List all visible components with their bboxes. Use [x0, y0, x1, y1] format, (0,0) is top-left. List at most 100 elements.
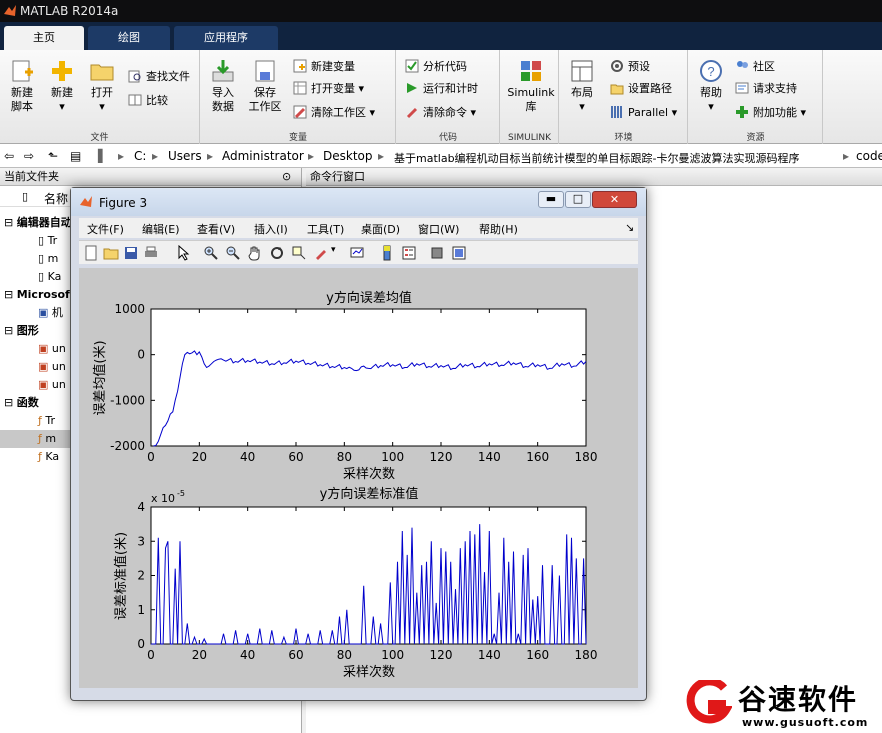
tab-apps[interactable]: 应用程序: [174, 26, 278, 50]
list-item[interactable]: ▣ un: [38, 376, 66, 394]
axes-std[interactable]: y方向误差标准值 采样次数 误差标准值(米) x 10 -5 0 20 40 60 80…: [113, 486, 597, 680]
chevron-down-icon: ▾: [358, 82, 365, 95]
browse-folder-icon[interactable]: ▤: [70, 149, 81, 163]
new-variable-button[interactable]: 新建变量: [293, 58, 355, 76]
group-label-code: 代码: [438, 133, 457, 143]
request-support-button[interactable]: 请求支持: [735, 80, 797, 98]
maximize-button[interactable]: □: [565, 191, 591, 208]
colorbar-icon[interactable]: [379, 245, 395, 261]
link-plot-icon[interactable]: [349, 245, 365, 261]
open-variable-button[interactable]: 打开变量 ▾: [293, 80, 364, 98]
dock-arrow-icon[interactable]: ↘: [625, 221, 634, 234]
print-icon[interactable]: [143, 245, 159, 261]
group-simulink: Simulink 库 SIMULINK: [501, 50, 559, 144]
menu-insert[interactable]: 插入(I): [254, 221, 288, 237]
zoom-in-icon[interactable]: [203, 245, 219, 261]
open-file-icon[interactable]: [103, 245, 119, 261]
section-figures[interactable]: ⊟ 图形: [0, 322, 39, 340]
set-path-button[interactable]: 设置路径: [610, 80, 672, 98]
file-icon: ▯: [22, 190, 29, 203]
add-ons-icon: [736, 106, 748, 118]
clear-commands-button[interactable]: 清除命令 ▾: [405, 104, 476, 122]
list-item[interactable]: ƒ Ka: [38, 448, 59, 466]
breadcrumb-project[interactable]: 基于matlab编程机动目标当前统计模型的单目标跟踪-卡尔曼滤波算法实现源码程序: [394, 150, 800, 166]
new-figure-icon[interactable]: [83, 245, 99, 261]
new-script-button[interactable]: 新建 脚本: [0, 58, 44, 114]
breadcrumb-code[interactable]: code: [856, 149, 882, 163]
breadcrumb-users[interactable]: Users: [168, 149, 202, 163]
zoom-out-icon[interactable]: [225, 245, 241, 261]
svg-text:?: ?: [707, 64, 714, 79]
find-files-button[interactable]: 查找文件: [128, 68, 190, 86]
back-icon[interactable]: ⇦: [4, 149, 14, 163]
help-label: 帮助: [700, 86, 722, 99]
brush-icon[interactable]: [313, 245, 329, 261]
up-folder-icon[interactable]: ⬑: [48, 149, 58, 163]
new-button[interactable]: 新建 ▾: [40, 58, 84, 114]
breadcrumb-administrator[interactable]: Administrator: [222, 149, 304, 163]
figure-window[interactable]: Figure 3 ▬ □ ✕ 文件(F) 编辑(E) 查看(V) 插入(I) 工…: [70, 187, 647, 701]
x-tick-label: 60: [288, 450, 303, 464]
menu-window[interactable]: 窗口(W): [418, 221, 459, 237]
compare-button[interactable]: 比较: [128, 92, 168, 110]
layout-button[interactable]: 布局 ▾: [560, 58, 604, 114]
hide-plot-tools-icon[interactable]: [429, 245, 445, 261]
list-item[interactable]: ▯ Ka: [38, 268, 61, 286]
menu-help[interactable]: 帮助(H): [479, 221, 518, 237]
y-tick-label: 1000: [114, 302, 145, 316]
community-icon: [737, 61, 748, 68]
chevron-down-icon: ▾: [708, 100, 714, 113]
section-microsoft[interactable]: ⊟ Microsoft: [0, 286, 75, 304]
preferences-button[interactable]: 预设: [610, 58, 650, 76]
section-editor-autosave[interactable]: ⊟ 编辑器自动: [0, 214, 72, 232]
help-button[interactable]: ? 帮助 ▾: [689, 58, 733, 114]
analyze-code-button[interactable]: 分析代码: [405, 58, 467, 76]
list-item[interactable]: ▯ m: [38, 250, 58, 268]
y-tick-label: 2: [137, 569, 145, 583]
menu-desktop[interactable]: 桌面(D): [361, 221, 400, 237]
rotate-3d-icon[interactable]: [269, 245, 285, 261]
x-tick-label: 0: [147, 648, 155, 662]
save-workspace-button[interactable]: 保存 工作区: [243, 58, 287, 114]
show-plot-tools-icon[interactable]: [451, 245, 467, 261]
forward-icon[interactable]: ⇨: [24, 149, 34, 163]
panel-menu-icon[interactable]: ⊙: [282, 168, 291, 186]
parallel-button[interactable]: Parallel ▾: [610, 104, 677, 122]
open-button[interactable]: 打开 ▾: [80, 58, 124, 114]
breadcrumb-desktop[interactable]: Desktop: [323, 149, 373, 163]
matlab-logo-icon: [4, 5, 16, 16]
chevron-down-icon[interactable]: ▾: [331, 245, 336, 255]
x-tick-label: 160: [526, 450, 549, 464]
axes-std-exponent: -5: [177, 489, 185, 498]
list-item[interactable]: ▣ un: [38, 358, 66, 376]
list-item[interactable]: ▣ 机: [38, 304, 63, 322]
axes-mean[interactable]: y方向误差均值 采样次数 误差均值(米) 0 20 40 60 80 100 120 140 1…: [92, 290, 597, 482]
breadcrumb-c[interactable]: C:: [134, 149, 146, 163]
add-ons-button[interactable]: 附加功能 ▾: [735, 104, 806, 122]
community-button[interactable]: 社区: [735, 58, 775, 76]
pan-hand-icon[interactable]: [247, 245, 263, 261]
clear-workspace-button[interactable]: 清除工作区 ▾: [293, 104, 375, 122]
menu-edit[interactable]: 编辑(E): [142, 221, 180, 237]
legend-icon[interactable]: [401, 245, 417, 261]
menu-view[interactable]: 查看(V): [197, 221, 235, 237]
list-item[interactable]: ƒ Tr: [38, 412, 55, 430]
section-functions[interactable]: ⊟ 函数: [0, 394, 39, 412]
community-label: 社区: [753, 60, 775, 73]
close-button[interactable]: ✕: [592, 191, 637, 208]
menu-file[interactable]: 文件(F): [87, 221, 124, 237]
compare-icon: [128, 94, 142, 106]
simulink-library-button[interactable]: Simulink 库: [506, 58, 556, 114]
data-cursor-icon[interactable]: [291, 245, 307, 261]
tab-home[interactable]: 主页: [4, 26, 84, 50]
pointer-icon[interactable]: [175, 245, 191, 261]
import-data-button[interactable]: 导入 数据: [201, 58, 245, 114]
list-item[interactable]: ▣ un: [38, 340, 66, 358]
figure-title-bar[interactable]: Figure 3 ▬ □ ✕: [71, 188, 646, 216]
menu-tools[interactable]: 工具(T): [307, 221, 344, 237]
save-icon[interactable]: [123, 245, 139, 261]
tab-plots[interactable]: 绘图: [88, 26, 170, 50]
minimize-button[interactable]: ▬: [538, 191, 564, 208]
list-item[interactable]: ▯ Tr: [38, 232, 57, 250]
run-and-time-button[interactable]: 运行和计时: [405, 80, 478, 98]
